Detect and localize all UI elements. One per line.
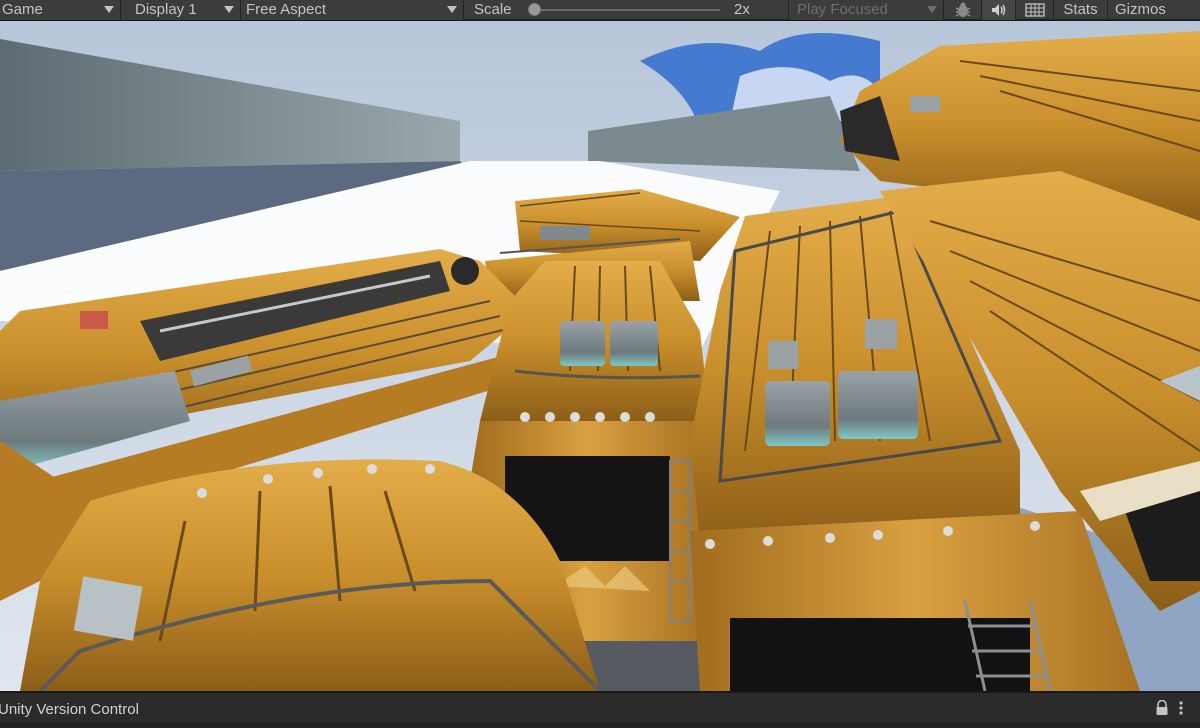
panel-content-strip bbox=[0, 722, 1200, 728]
chevron-down-icon bbox=[104, 6, 114, 13]
stats-button[interactable]: Stats bbox=[1054, 0, 1108, 20]
scale-label: Scale bbox=[474, 1, 512, 18]
game-render bbox=[0, 21, 1200, 691]
more-menu-icon[interactable] bbox=[1178, 701, 1184, 715]
game-viewport[interactable] bbox=[0, 21, 1200, 691]
aspect-dropdown-label: Free Aspect bbox=[246, 1, 327, 18]
gizmos-label: Gizmos bbox=[1115, 1, 1166, 18]
stats-label: Stats bbox=[1063, 1, 1098, 18]
grid-icon bbox=[1024, 3, 1045, 17]
grid-button[interactable] bbox=[1016, 0, 1054, 20]
display-dropdown-label: Display 1 bbox=[135, 1, 197, 18]
chevron-down-icon bbox=[447, 6, 457, 13]
version-control-panel: Unity Version Control bbox=[0, 691, 1200, 728]
play-mode-dropdown[interactable]: Play Focused bbox=[790, 0, 944, 20]
scale-control: Scale 2x bbox=[464, 0, 789, 20]
view-dropdown[interactable]: Game bbox=[0, 0, 121, 20]
panel-title: Unity Version Control bbox=[0, 701, 139, 718]
chevron-down-icon bbox=[927, 6, 937, 13]
play-mode-label: Play Focused bbox=[797, 1, 888, 18]
view-dropdown-label: Game bbox=[2, 1, 43, 18]
lock-icon[interactable] bbox=[1155, 700, 1169, 716]
mute-audio-button[interactable] bbox=[982, 0, 1016, 20]
aspect-dropdown[interactable]: Free Aspect bbox=[241, 0, 464, 20]
speaker-icon bbox=[991, 4, 1005, 16]
bug-button[interactable] bbox=[944, 0, 982, 20]
scale-slider-track[interactable] bbox=[534, 9, 720, 11]
game-view-toolbar: Game Display 1 Free Aspect Scale 2x Play… bbox=[0, 0, 1200, 20]
gizmos-button[interactable]: Gizmos bbox=[1108, 0, 1200, 20]
bug-icon bbox=[955, 2, 970, 17]
chevron-down-icon bbox=[224, 6, 234, 13]
scale-value: 2x bbox=[734, 1, 750, 18]
scale-slider-thumb[interactable] bbox=[528, 3, 541, 16]
display-dropdown[interactable]: Display 1 bbox=[121, 0, 241, 20]
